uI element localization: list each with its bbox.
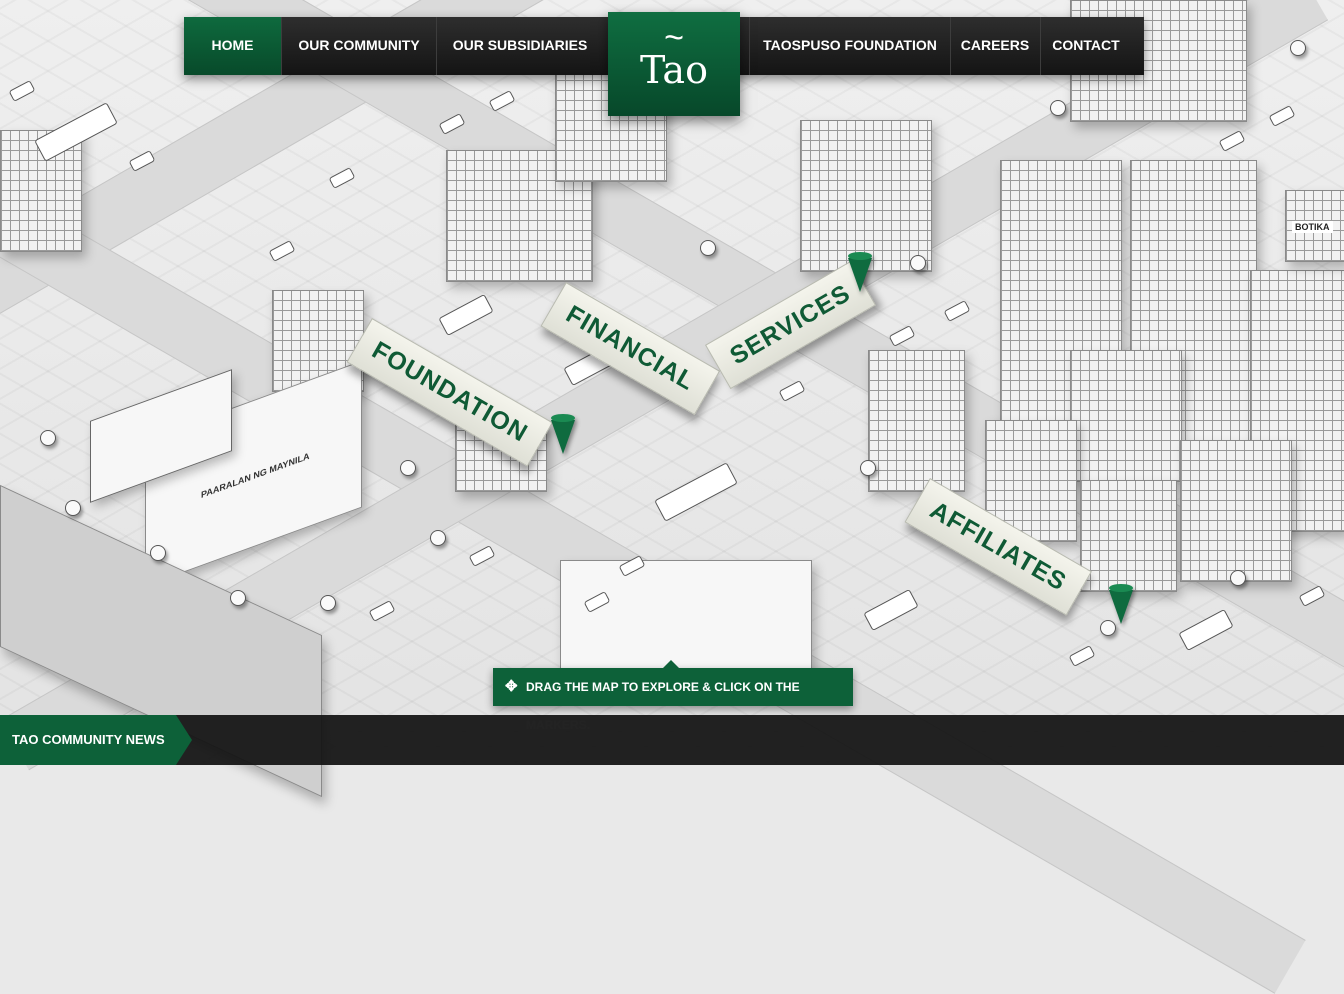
nav-contact[interactable]: CONTACT — [1041, 17, 1131, 75]
car — [778, 380, 806, 402]
tree — [860, 460, 876, 476]
store-building: BOTIKA — [1285, 190, 1344, 262]
bus — [654, 462, 738, 522]
bus — [438, 293, 494, 337]
tree — [1050, 100, 1066, 116]
map-marker-affiliates[interactable] — [1109, 584, 1133, 624]
tree — [910, 255, 926, 271]
school-sign: PAARALAN NG MAYNILA — [201, 450, 310, 501]
tree — [230, 590, 246, 606]
car — [8, 80, 36, 102]
tree — [430, 530, 446, 546]
tree — [320, 595, 336, 611]
map-marker-financial-services[interactable] — [848, 252, 872, 292]
tree — [1290, 40, 1306, 56]
store-sign: BOTIKA — [1292, 221, 1333, 233]
car — [1268, 105, 1296, 127]
building — [1080, 480, 1177, 592]
building — [1070, 350, 1182, 482]
building — [800, 120, 932, 272]
building — [868, 350, 965, 492]
bus — [1178, 608, 1234, 652]
logo-wordmark: Tao — [640, 48, 708, 92]
tree — [65, 500, 81, 516]
tree — [700, 240, 716, 256]
building — [1180, 440, 1292, 582]
nav-our-subsidiaries[interactable]: OUR SUBSIDIARIES — [437, 17, 603, 75]
map-hint: ✥ DRAG THE MAP TO EXPLORE & CLICK ON THE… — [493, 660, 853, 732]
nav-taospuso-foundation[interactable]: TAOSPUSO FOUNDATION — [749, 17, 951, 75]
car — [268, 240, 296, 262]
bus — [863, 588, 919, 632]
car — [943, 300, 971, 322]
nav-our-community[interactable]: OUR COMMUNITY — [282, 17, 437, 75]
news-footer: TAO COMMUNITY NEWS — [0, 715, 1344, 765]
car — [1068, 645, 1096, 667]
nav-careers[interactable]: CAREERS — [950, 17, 1041, 75]
car — [328, 167, 356, 189]
nav-home[interactable]: HOME — [184, 17, 282, 75]
tao-logo[interactable]: ~ Tao — [608, 12, 740, 116]
car — [488, 90, 516, 112]
tree — [1230, 570, 1246, 586]
car — [468, 545, 496, 567]
tree — [150, 545, 166, 561]
car — [888, 325, 916, 347]
tree — [40, 430, 56, 446]
community-news-tab[interactable]: TAO COMMUNITY NEWS — [0, 715, 192, 765]
move-arrows-icon: ✥ — [505, 678, 518, 695]
warehouse — [560, 560, 812, 672]
car — [368, 600, 396, 622]
map-marker-foundation[interactable] — [551, 414, 575, 454]
car — [1218, 130, 1246, 152]
tree — [400, 460, 416, 476]
logo-tilde: ~ — [664, 19, 684, 57]
